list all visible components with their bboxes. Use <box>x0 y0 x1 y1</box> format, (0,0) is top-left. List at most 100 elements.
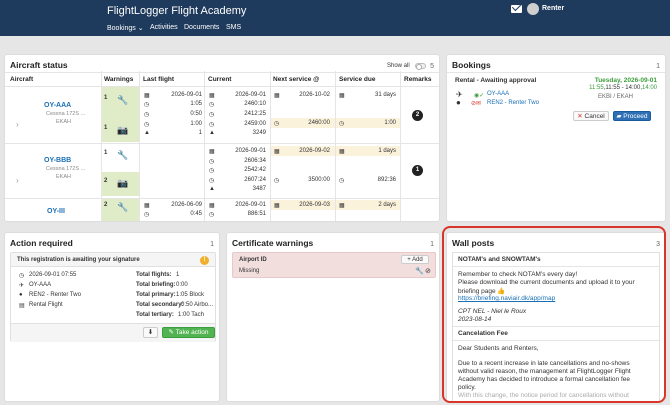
proceed-button[interactable]: ▰ Proceed <box>613 111 651 121</box>
column-header-remarks[interactable]: Remarks <box>404 76 431 83</box>
cancel-button[interactable]: ✕ Cancel <box>573 111 609 121</box>
booking-heading[interactable]: Rental - Awaiting approval <box>455 77 536 84</box>
status-icons: ⊘✉ <box>471 101 482 107</box>
landing-icon: ▲ <box>209 130 215 136</box>
show-all-toggle[interactable] <box>415 63 426 70</box>
take-action-button[interactable]: ✎ Take action <box>162 327 215 338</box>
chevron-right-icon[interactable]: › <box>16 176 19 185</box>
download-button[interactable]: ⬇ <box>143 327 158 338</box>
certificate-warnings-count: 1 <box>430 241 434 248</box>
row-divider <box>5 143 439 144</box>
chevron-right-icon[interactable]: › <box>16 120 19 129</box>
last-flight-value: 0:45 <box>190 211 202 217</box>
warning-icon: ! <box>200 256 209 265</box>
column-header-service-due[interactable]: Service due <box>339 76 376 83</box>
clock-icon: ◷ <box>274 121 280 127</box>
show-all-label: Show all <box>387 63 410 69</box>
current-value: 2606:34 <box>244 158 266 164</box>
add-button[interactable]: + Add <box>401 255 429 264</box>
warning-count: 2 <box>104 178 108 184</box>
highlight-outline <box>442 226 666 403</box>
clock-icon: ◷ <box>339 178 345 184</box>
camera-icon: 📷 <box>117 125 129 135</box>
download-icon: ⬇ <box>147 329 154 336</box>
pen-icon: ✎ <box>168 329 174 336</box>
app-title[interactable]: FlightLogger Flight Academy <box>107 5 246 17</box>
action-message: This registration is awaiting your signa… <box>17 257 140 263</box>
clock-icon: ◷ <box>209 168 215 174</box>
aircraft-registration[interactable]: OY-BBB <box>44 157 71 164</box>
column-header-last-flight[interactable]: Last flight <box>143 76 174 83</box>
clock-icon: ◷ <box>19 273 25 279</box>
column-header-warnings[interactable]: Warnings <box>104 76 133 83</box>
booking-pilot[interactable]: REN2 - Renter Two <box>487 100 539 106</box>
clock-icon: ◷ <box>209 178 215 184</box>
aircraft-registration[interactable]: OY-III <box>47 208 65 215</box>
landing-icon: ▲ <box>144 130 150 136</box>
last-flight-value: 1 <box>198 130 202 136</box>
calendar-icon: ▦ <box>339 93 345 99</box>
plane-icon: ✈ <box>19 283 25 289</box>
calendar-icon: ▦ <box>339 149 345 155</box>
current-value: 3249 <box>252 130 266 136</box>
last-flight-date: 2026-09-01 <box>171 92 202 98</box>
clock-icon: ◷ <box>209 112 215 118</box>
plus-icon: + <box>407 257 411 263</box>
mail-icon[interactable] <box>511 5 522 13</box>
clock-icon: ◷ <box>209 102 215 108</box>
clock-icon: ◷ <box>209 159 215 165</box>
certificate-warnings-panel: Certificate warnings 1 Airport ID + Add … <box>226 232 440 402</box>
next-service-date: 2026-09-03 <box>299 202 330 208</box>
booking-time-start: 11:55 <box>589 85 604 91</box>
booking-aircraft[interactable]: OY-AAA <box>487 91 509 97</box>
calendar-icon: ▦ <box>274 93 280 99</box>
action-aircraft: OY-AAA <box>29 282 52 288</box>
column-header-aircraft[interactable]: Aircraft <box>10 76 33 83</box>
cancel-button-label: Cancel <box>584 113 605 120</box>
warning-count: 1 <box>104 95 108 101</box>
proceed-button-label: Proceed <box>623 113 648 120</box>
airport-id-label: Airport ID <box>239 257 267 263</box>
ban-icon: ⊘ <box>425 268 431 275</box>
calendar-icon: ▦ <box>339 203 345 209</box>
aircraft-model: Cessna 172S ... <box>46 111 86 117</box>
column-header-current[interactable]: Current <box>208 76 231 83</box>
row-divider <box>5 198 439 199</box>
current-date: 2026-09-01 <box>235 92 266 98</box>
calendar-icon: ▦ <box>144 93 150 99</box>
current-date: 2026-09-01 <box>235 202 266 208</box>
nav-activities[interactable]: Activities <box>150 24 178 31</box>
remarks-badge[interactable]: 1 <box>412 165 423 176</box>
avatar[interactable] <box>527 3 539 15</box>
missing-label: Missing <box>239 268 260 274</box>
bookings-panel: Bookings 1 Rental - Awaiting approval Tu… <box>446 54 666 222</box>
aircraft-registration[interactable]: OY-AAA <box>44 102 71 109</box>
user-icon: ● <box>19 292 23 298</box>
user-name[interactable]: Renter <box>542 5 564 12</box>
last-flight-value: 1:05 <box>190 101 202 107</box>
column-header-next-service[interactable]: Next service @ <box>273 76 319 83</box>
nav-documents[interactable]: Documents <box>184 24 219 31</box>
aircraft-model: Cessna 172S ... <box>46 166 86 172</box>
last-flight-value: 1:00 <box>190 121 202 127</box>
nav-sms[interactable]: SMS <box>226 24 241 31</box>
action-type: Rental Flight <box>29 302 63 308</box>
calendar-icon: ▦ <box>274 203 280 209</box>
user-icon: ● <box>456 98 461 107</box>
certificate-warnings-title: Certificate warnings <box>232 238 314 248</box>
aircraft-status-title: Aircraft status <box>10 60 68 70</box>
current-value: 3487 <box>252 186 266 192</box>
aircraft-base: EKAH <box>56 119 71 125</box>
action-pilot: REN2 - Renter Two <box>29 292 81 298</box>
warning-count: 2 <box>104 202 108 208</box>
total-label: Total briefing: <box>136 282 176 288</box>
action-date: 2026-09-01 07:55 <box>29 272 77 278</box>
current-date: 2026-09-01 <box>235 148 266 154</box>
service-due-days: 1 days <box>378 148 396 154</box>
clock-icon: ◷ <box>144 212 150 218</box>
proceed-icon: ▰ <box>616 113 622 120</box>
remarks-badge[interactable]: 2 <box>412 110 423 121</box>
action-required-title: Action required <box>10 238 73 248</box>
table-header-divider <box>5 86 439 87</box>
nav-bookings[interactable]: Bookings ⌄ <box>107 24 144 32</box>
